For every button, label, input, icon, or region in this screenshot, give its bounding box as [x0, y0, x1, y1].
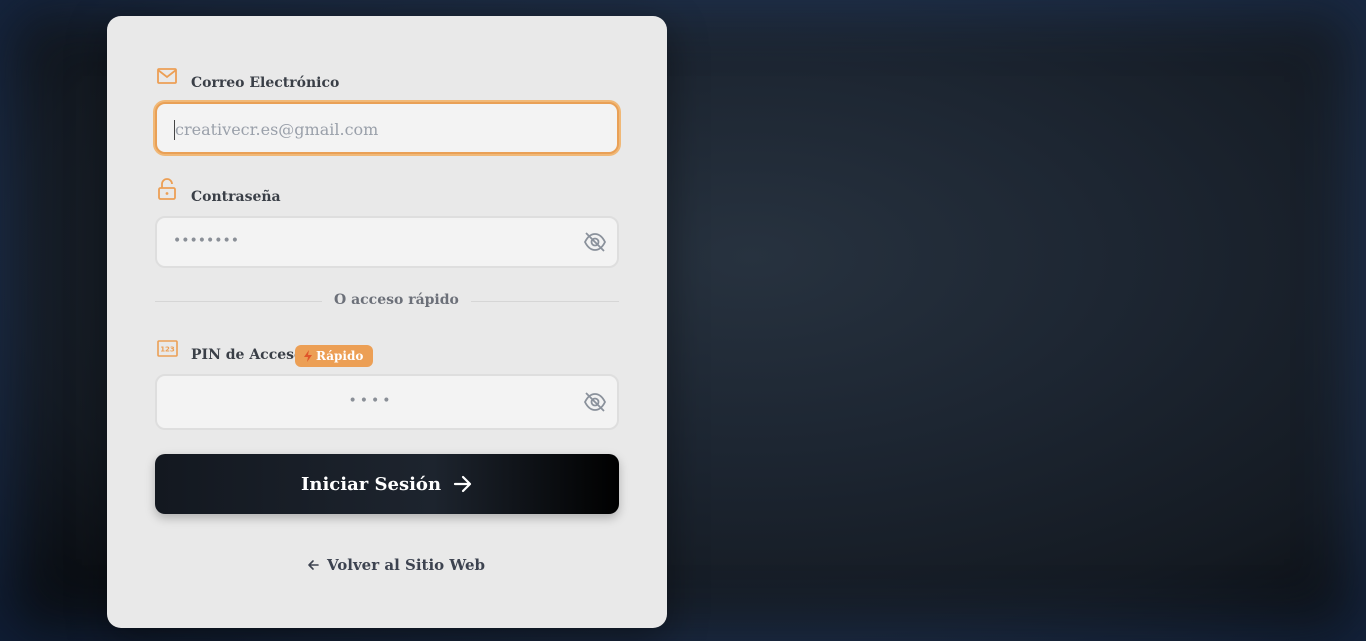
- email-field[interactable]: [173, 104, 577, 154]
- eye-off-icon[interactable]: [583, 231, 607, 253]
- pin-field[interactable]: ••••: [155, 374, 619, 430]
- back-to-website-label: Volver al Sitio Web: [327, 556, 486, 574]
- quick-access-divider-text: O acceso rápido: [322, 292, 471, 308]
- password-label: Contraseña: [191, 189, 281, 205]
- login-card: Correo Electrónico Contraseña •••••••• O…: [107, 16, 667, 628]
- password-masked-value: ••••••••: [173, 233, 240, 249]
- lock-icon: [158, 178, 176, 200]
- email-field-wrapper[interactable]: [155, 102, 619, 154]
- password-field[interactable]: ••••••••: [155, 216, 619, 268]
- quick-badge: Rápido: [295, 345, 374, 367]
- login-button-label: Iniciar Sesión: [300, 473, 442, 495]
- back-to-website-link[interactable]: Volver al Sitio Web: [307, 556, 485, 574]
- svg-text:123: 123: [160, 346, 175, 354]
- eye-off-icon[interactable]: [583, 391, 607, 413]
- arrow-right-icon: [453, 475, 472, 493]
- login-button[interactable]: Iniciar Sesión: [155, 454, 619, 514]
- text-caret: [174, 120, 175, 140]
- pin-label: PIN de Acceso: [191, 347, 304, 363]
- quick-badge-label: Rápido: [316, 349, 364, 363]
- email-label: Correo Electrónico: [191, 75, 340, 91]
- lightning-icon: [304, 350, 312, 362]
- pin-masked-value: ••••: [348, 393, 394, 409]
- arrow-left-icon: [308, 560, 319, 570]
- mail-icon: [157, 68, 177, 84]
- pin-123-icon: 123: [157, 340, 178, 357]
